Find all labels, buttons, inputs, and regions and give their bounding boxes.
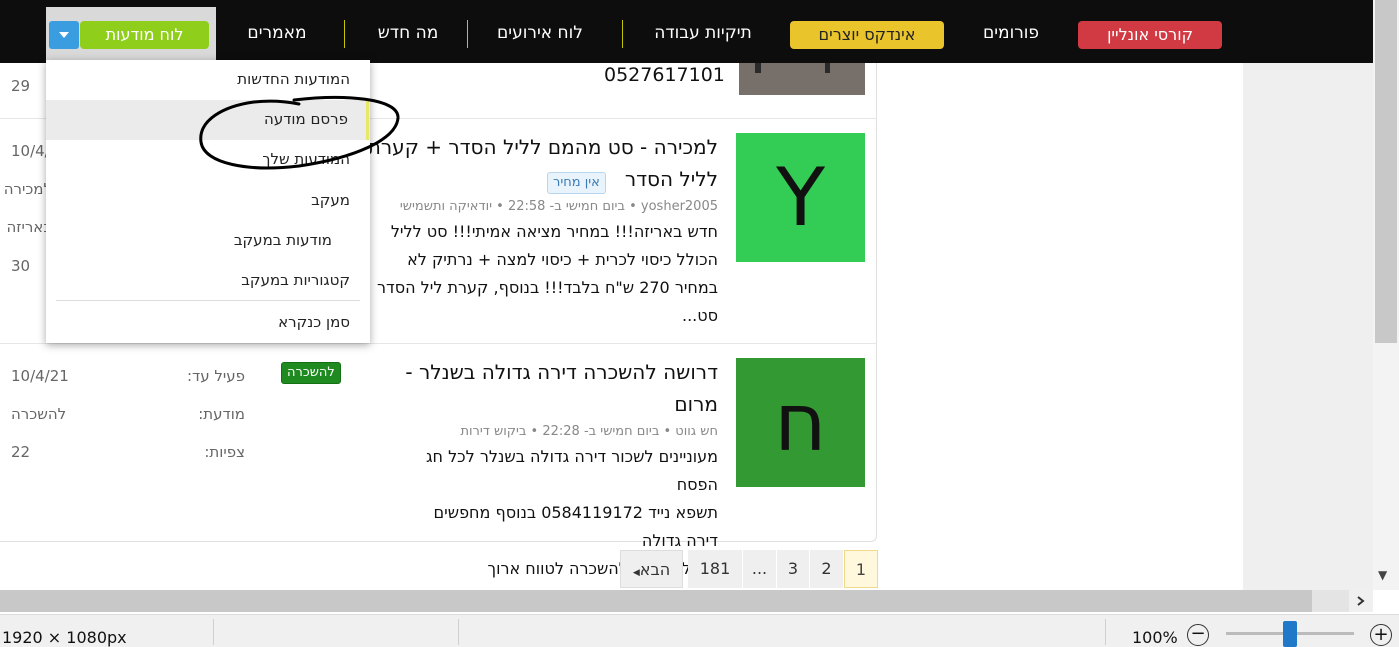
listing-views-value: 29 — [11, 77, 31, 95]
listing-views-value: 30 — [11, 257, 31, 275]
row-divider — [0, 343, 877, 344]
listing-title-line2[interactable]: מרום — [560, 388, 718, 420]
ads-board-button[interactable]: לוח מודעות — [80, 21, 209, 49]
menu-item-mark-as-read[interactable]: סמן כנקרא — [278, 313, 350, 331]
nav-divider — [622, 20, 623, 48]
ads-board-menu: לוח מודעות — [46, 7, 216, 63]
menu-item-tracking[interactable]: מעקב — [311, 191, 350, 209]
page-1-button[interactable]: 1 — [844, 550, 878, 588]
menu-item-tracked-categories[interactable]: קטגוריות במעקב — [241, 271, 350, 289]
vertical-scroll-thumb[interactable] — [1375, 0, 1397, 343]
listing-phone: 0527617101 — [604, 64, 725, 86]
scroll-right-button[interactable] — [1349, 590, 1373, 612]
listing-thumbnail[interactable] — [739, 63, 865, 95]
nav-articles-link[interactable]: מאמרים — [232, 16, 322, 50]
page-ellipsis: ... — [743, 550, 777, 588]
nav-forums-link[interactable]: פורומים — [966, 16, 1056, 50]
ad-type-label: מודעת: — [198, 405, 245, 423]
nav-work-folders-link[interactable]: תיקיות עבודה — [638, 16, 768, 50]
chevron-down-icon — [59, 32, 69, 38]
nav-events-board-link[interactable]: לוח אירועים — [484, 16, 596, 50]
right-sidebar — [1243, 63, 1373, 590]
menu-divider — [56, 300, 360, 301]
listing-thumbnail[interactable]: ח — [736, 358, 865, 487]
nav-divider — [467, 20, 468, 48]
image-dimensions: 1920 × 1080px — [2, 628, 127, 647]
status-divider — [213, 619, 214, 645]
listing-meta: חש גווט • ביום חמישי ב- 22:28 • ביקוש די… — [460, 424, 718, 439]
thumbnail-letter: Y — [776, 151, 825, 244]
nav-creators-index-label: אינדקס יוצרים — [818, 25, 916, 44]
listing-title[interactable]: דרושה להשכרה דירה גדולה בשנלר - — [360, 356, 718, 388]
listing-active-until: 10/4/21 — [11, 367, 69, 385]
zoom-level: 100% — [1132, 628, 1178, 647]
chevron-right-icon — [1357, 596, 1365, 606]
nav-creators-index-button[interactable]: אינדקס יוצרים — [790, 21, 944, 49]
nav-divider — [344, 20, 345, 48]
page-2-button[interactable]: 2 — [810, 550, 844, 588]
zoom-slider-thumb[interactable] — [1283, 621, 1297, 647]
horizontal-scroll-thumb[interactable] — [0, 590, 1312, 612]
next-page-button[interactable]: ◀הבא — [620, 550, 683, 588]
listing-meta: yosher2005 • ביום חמישי ב- 22:58 • יודאי… — [399, 199, 718, 214]
ads-board-label: לוח מודעות — [105, 25, 184, 44]
listing-type: להשכרה — [11, 405, 67, 423]
listing-description: חדש באריזה!!! במחיר מציאה אמיתי!!! סט לל… — [376, 222, 718, 325]
zoom-out-icon[interactable]: − — [1187, 624, 1209, 646]
nav-courses-label: קורסי אונליין — [1107, 25, 1193, 44]
zoom-in-icon[interactable]: + — [1370, 624, 1392, 646]
listing-type: למכירה — [3, 180, 52, 198]
page-181-button[interactable]: 181 — [688, 550, 743, 588]
rent-tag-badge: להשכרה — [281, 362, 341, 384]
top-nav: קורסי אונליין פורומים אינדקס יוצרים תיקי… — [0, 0, 1399, 63]
scroll-down-icon[interactable]: ▼ — [1378, 568, 1387, 582]
nav-whats-new-link[interactable]: מה חדש — [358, 16, 458, 50]
nav-courses-button[interactable]: קורסי אונליין — [1078, 21, 1222, 49]
menu-item-tracked-ads[interactable]: מודעות במעקב — [234, 231, 332, 249]
price-tag-badge: אין מחיר — [547, 172, 606, 194]
views-label: צפיות: — [204, 443, 245, 461]
active-until-label: פעיל עד: — [186, 367, 245, 385]
next-page-label: הבא — [639, 560, 671, 579]
listing-condition: באריזה — [6, 218, 52, 236]
status-divider — [1105, 619, 1106, 645]
annotation-scribble — [199, 95, 400, 170]
page-3-button[interactable]: 3 — [777, 550, 810, 588]
status-bar: 1920 × 1080px 100% − + — [0, 614, 1399, 647]
thumbnail-letter: ח — [774, 376, 827, 469]
listing-thumbnail[interactable]: Y — [736, 133, 865, 262]
status-divider — [458, 619, 459, 645]
ads-board-dropdown-toggle[interactable] — [49, 21, 79, 49]
menu-item-new-ads[interactable]: המודעות החדשות — [237, 70, 350, 88]
listing-views-value: 22 — [11, 443, 31, 461]
caret-left-icon: ◀ — [632, 568, 640, 578]
